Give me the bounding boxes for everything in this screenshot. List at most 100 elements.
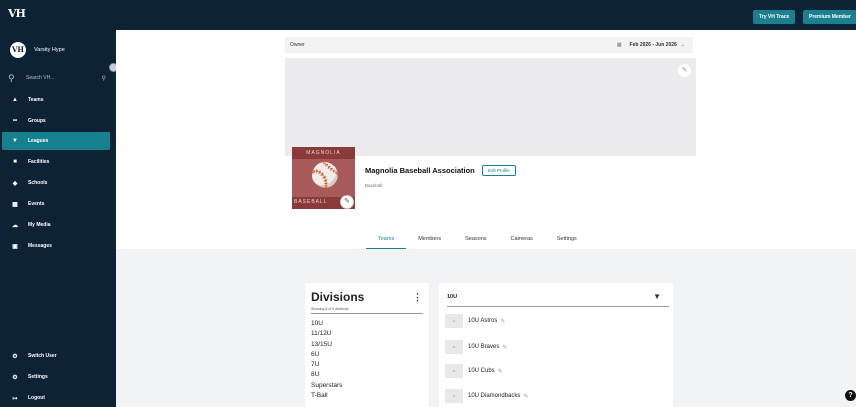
premium-member-button[interactable]: Premium Member [803,10,856,24]
division-item[interactable]: 7U [311,360,342,370]
sidebar-item-label: My Media [28,222,51,228]
brand-name: Varsity Hype [34,47,65,53]
top-bar: VH Try VH Trace Premium Member [0,0,856,30]
calendar-icon: ▦ [12,201,18,208]
owner-bar: Owner ▦ Feb 2026 - Jun 2026 ⌄ [285,37,693,53]
sidebar-item-groups[interactable]: •• Groups [2,112,110,130]
divisions-card: Divisions ⋮ Showing 8 of 9 divisions 10U… [305,283,429,407]
sidebar-item-facilities[interactable]: ■ Facilities [2,153,110,171]
sidebar-item-label: Messages [28,243,52,249]
sidebar-item-logout[interactable]: ↦ Logout [2,389,110,407]
sidebar-item-label: Events [28,201,45,207]
brand[interactable]: VH Varsity Hype [10,42,65,58]
sidebar-item-switch-user[interactable]: ⚙ Switch User [2,347,110,365]
trophy-icon: ▼ [12,138,18,144]
search-submit-icon[interactable]: ⚲ [102,75,106,82]
batter-graphic: ⚾ [310,162,340,189]
team-name[interactable]: 10U Diamondbacks [468,393,520,399]
pencil-icon[interactable]: ✎ [502,344,507,351]
edit-profile-button[interactable]: Edit Profile [482,165,516,176]
tab-members[interactable]: Members [406,236,453,249]
pencil-icon[interactable]: ✎ [523,393,528,400]
edit-avatar-button[interactable]: ✎ [340,195,354,209]
sidebar-item-label: Logout [28,395,45,401]
chat-icon: ▣ [12,243,18,250]
divider [311,313,423,314]
sidebar-item-label: Settings [28,374,48,380]
owner-label: Owner [290,42,305,48]
pencil-icon: ✎ [344,198,350,205]
division-item[interactable]: 6U [311,350,342,360]
pencil-icon[interactable]: ✎ [500,318,505,325]
division-item[interactable]: Superstars [311,381,342,391]
team-row[interactable]: ▲ 10U Cubs ✎ [445,364,503,378]
edit-cover-button[interactable]: ✎ [678,64,691,77]
sidebar-item-events[interactable]: ▦ Events [2,195,110,213]
tab-bar: Teams Members Seasons Cameras Settings [366,236,589,249]
divisions-title: Divisions [311,290,365,304]
team-row[interactable]: ▲ 10U Braves ✎ [445,340,507,354]
divisions-count: Showing 8 of 9 divisions [311,307,349,311]
team-name[interactable]: 10U Braves [468,344,499,350]
sidebar-item-label: Teams [28,97,44,103]
sidebar-item-label: Leagues [28,138,49,144]
sidebar: VH Varsity Hype ⚲ Search VH... ⚲ ▲ Teams… [0,30,116,407]
sidebar-item-label: Facilities [28,159,50,165]
help-button[interactable]: ? [845,390,856,401]
sidebar-item-leagues[interactable]: ▼ Leagues [2,132,110,150]
division-select[interactable]: 10U ▼ [447,292,669,307]
try-vh-trace-button[interactable]: Try VH Trace [753,10,796,24]
shirt-icon: ▲ [12,97,18,103]
logo-top-text: MAGNOLIA [306,150,341,156]
date-range-value: Feb 2026 - Jun 2026 [629,42,677,48]
teams-card: 10U ▼ ▲ 10U Astros ✎ ▲ 10U Braves ✎ ▲ 10… [439,283,673,407]
school-icon: ◆ [12,180,18,187]
sidebar-item-my-media[interactable]: ☁ My Media [2,216,110,234]
division-item[interactable]: 8U [311,370,342,380]
sidebar-item-teams[interactable]: ▲ Teams [2,91,110,109]
date-range-select[interactable]: ▦ Feb 2026 - Jun 2026 ⌄ [617,40,685,50]
team-row[interactable]: ▲ 10U Diamondbacks ✎ [445,389,528,403]
division-item[interactable]: T-Ball [311,391,342,401]
sidebar-item-label: Schools [28,180,48,186]
team-image-placeholder-icon: ▲ [445,364,463,378]
organization-name: Magnolia Baseball Association [365,166,475,175]
logout-icon: ↦ [12,395,18,402]
cloud-icon: ☁ [12,222,18,229]
sidebar-item-label: Groups [28,118,46,124]
sidebar-item-settings[interactable]: ⚙ Settings [2,368,110,386]
sidebar-item-messages[interactable]: ▣ Messages [2,237,110,255]
tab-teams[interactable]: Teams [366,236,407,249]
search-icon: ⚲ [8,72,15,83]
tab-seasons[interactable]: Seasons [453,236,498,249]
chevron-down-icon: ⌄ [680,42,685,48]
sidebar-item-label: Switch User [28,353,57,359]
division-item[interactable]: 11/12U [311,329,342,339]
division-item[interactable]: 13/15U [311,340,342,350]
search-input[interactable]: ⚲ Search VH... ⚲ [8,72,106,84]
team-image-placeholder-icon: ▲ [445,340,463,354]
tab-settings[interactable]: Settings [545,236,589,249]
calendar-icon: ▦ [616,42,622,48]
gear-icon: ⚙ [12,374,18,381]
tab-cameras[interactable]: Cameras [499,236,545,249]
pencil-icon: ✎ [681,67,688,74]
app-logo[interactable]: VH [8,7,26,20]
team-image-placeholder-icon: ▲ [445,389,463,403]
cover-photo [285,58,696,156]
gear-icon: ⚙ [12,353,18,360]
brand-logo: VH [10,42,26,58]
more-options-icon[interactable]: ⋮ [413,292,422,303]
division-select-value: 10U [447,294,458,300]
group-icon: •• [12,118,18,124]
team-name[interactable]: 10U Astros [468,318,497,324]
divisions-list: 10U 11/12U 13/15U 6U 7U 8U Superstars T-… [311,319,342,401]
team-name[interactable]: 10U Cubs [468,368,495,374]
organization-sport: Baseball [365,183,383,188]
pencil-icon[interactable]: ✎ [498,368,503,375]
sidebar-item-schools[interactable]: ◆ Schools [2,174,110,192]
division-item[interactable]: 10U [311,319,342,329]
caret-down-icon: ▼ [653,292,661,301]
stadium-icon: ■ [13,159,17,165]
team-row[interactable]: ▲ 10U Astros ✎ [445,314,505,328]
